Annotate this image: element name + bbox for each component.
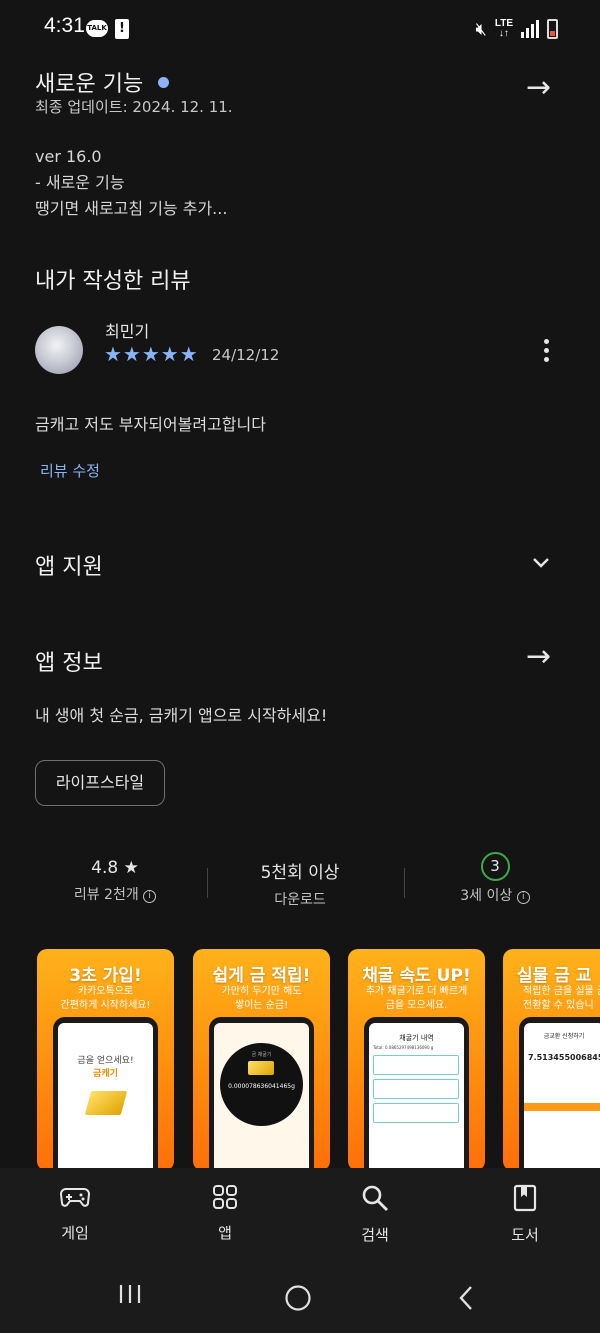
screenshot-title: 쉽게 금 적립! — [212, 966, 311, 986]
nav-search[interactable]: 검색 — [325, 1184, 425, 1245]
status-time: 4:31 — [44, 14, 85, 37]
screenshot-2[interactable]: 쉽게 금 적립! 가만히 두기만 해도 쌓이는 순금! 0.0000786360… — [193, 949, 330, 1171]
info-icon: i — [143, 890, 157, 903]
screen-text: 7.51345500684546 — [528, 1053, 600, 1062]
nav-search-label: 검색 — [361, 1226, 389, 1244]
screenshot-subtitle: 적립한 금을 실물 금 전환할 수 있습니 — [523, 986, 600, 1011]
review-text: 금캐고 저도 부자되어볼려고합니다 — [35, 415, 266, 434]
phone-mockup: 0.000078636041465g 금 채굴기 — [209, 1017, 314, 1171]
screenshot-title: 실물 금 교 — [517, 966, 592, 986]
new-dot-icon — [158, 77, 170, 88]
screenshot-title: 채굴 속도 UP! — [362, 966, 471, 986]
phone-screen: 채굴기 내역 Total: 0.0865297498136090 g — [369, 1023, 464, 1171]
downloads-label: 다운로드 — [274, 892, 326, 908]
mute-icon: 🔇︎ — [475, 18, 487, 40]
info-icon: i — [516, 891, 530, 904]
release-line-2: 땡기면 새로고침 기능 추가... — [35, 199, 228, 218]
apply-button — [524, 1103, 600, 1111]
stats-divider — [207, 868, 208, 898]
screen-text: 금교환 신청하기 — [543, 1033, 585, 1040]
nav-books[interactable]: 도서 — [475, 1184, 575, 1245]
release-notes: ver 16.0 - 새로운 기능 땡기면 새로고침 기능 추가... — [35, 144, 227, 222]
app-description: 내 생애 첫 순금, 금캐기 앱으로 시작하세요! — [35, 706, 328, 725]
phone-screen: 금교환 신청하기 7.51345500684546 — [524, 1023, 600, 1171]
rating-value: 4.8 ★ — [91, 858, 139, 878]
recent-apps-icon[interactable] — [118, 1282, 142, 1310]
screen-text: 금을 얻으세요! — [77, 1056, 134, 1066]
screenshot-subtitle: 카카오톡으로 간편하게 시작하세요! — [60, 986, 151, 1011]
app-info-title: 앱 정보 — [35, 651, 103, 676]
age-rating-badge: 3 — [480, 852, 510, 881]
phone-mockup: 채굴기 내역 Total: 0.0865297498136090 g — [364, 1017, 469, 1171]
reviews-label: 리뷰 2천개 i — [35, 884, 195, 904]
book-icon — [513, 1184, 537, 1212]
stats-divider — [404, 868, 405, 898]
screenshot-1[interactable]: 3초 가입! 카카오톡으로 간편하게 시작하세요! 금을 얻으세요! 금캐기 — [37, 949, 174, 1171]
status-icons: 🔇︎ LTE ↓↑ — [475, 17, 558, 41]
downloads-stat: 5천회 이상 다운로드 — [220, 858, 380, 909]
lte-icon: LTE ↓↑ — [494, 18, 513, 39]
phone-mockup: 금을 얻으세요! 금캐기 — [53, 1017, 158, 1171]
list-item — [373, 1079, 459, 1099]
whats-new-arrow-icon[interactable]: → — [526, 70, 551, 105]
nav-games-label: 게임 — [61, 1224, 89, 1242]
stats-row: 4.8 ★ 리뷰 2천개 i 5천회 이상 다운로드 3 3세 이상 i — [35, 852, 565, 914]
list-item — [373, 1103, 459, 1123]
screenshot-title: 3초 가입! — [69, 966, 142, 986]
reviewer-avatar — [35, 326, 83, 374]
age-label: 3세 이상 i — [415, 885, 575, 905]
rating-stat: 4.8 ★ 리뷰 2천개 i — [35, 858, 195, 904]
release-version: ver 16.0 — [35, 147, 102, 166]
phone-screen: 금을 얻으세요! 금캐기 — [58, 1023, 153, 1171]
screenshot-subtitle: 추가 채굴기로 더 빠르게 금을 모으세요. — [365, 986, 468, 1011]
chevron-down-icon[interactable] — [531, 553, 551, 573]
star-icon: ★ — [123, 858, 139, 878]
nav-apps[interactable]: 앱 — [175, 1184, 275, 1243]
screen-text: Total: 0.0865297498136090 g — [373, 1045, 434, 1050]
search-icon — [362, 1185, 388, 1211]
phone-mockup: 금교환 신청하기 7.51345500684546 — [519, 1017, 600, 1171]
gamepad-icon — [59, 1188, 91, 1207]
review-stars: ★★★★★ — [104, 342, 199, 366]
downloads-value: 5천회 이상 — [260, 863, 340, 883]
screenshot-3[interactable]: 채굴 속도 UP! 추가 채굴기로 더 빠르게 금을 모으세요. 채굴기 내역 … — [348, 949, 485, 1171]
signal-icon — [521, 20, 539, 38]
battery-icon — [547, 19, 558, 39]
release-line-1: - 새로운 기능 — [35, 173, 125, 192]
whats-new-title: 새로운 기능 — [35, 66, 170, 98]
last-updated: 최종 업데이트: 2024. 12. 11. — [35, 98, 233, 116]
alert-notification-icon: ! — [115, 19, 129, 39]
edit-review-link[interactable]: 리뷰 수정 — [40, 460, 100, 481]
screen-text: 금캐기 — [93, 1069, 118, 1079]
screenshot-subtitle: 가만히 두기만 해도 쌓이는 순금! — [221, 986, 302, 1011]
review-date: 24/12/12 — [212, 346, 280, 364]
apps-grid-icon — [213, 1185, 237, 1209]
phone-screen: 0.000078636041465g 금 채굴기 — [214, 1023, 309, 1171]
app-support-title[interactable]: 앱 지원 — [35, 549, 103, 581]
gold-bar-icon — [84, 1091, 128, 1115]
home-icon[interactable] — [284, 1284, 312, 1316]
app-info-arrow-icon[interactable]: → — [526, 639, 551, 674]
more-options-icon[interactable] — [540, 337, 554, 365]
category-chip[interactable]: 라이프스타일 — [35, 760, 165, 806]
my-review-title: 내가 작성한 리뷰 — [35, 269, 191, 294]
reviewer-name: 최민기 — [105, 322, 150, 341]
screenshot-4[interactable]: 실물 금 교 적립한 금을 실물 금 전환할 수 있습니 금교환 신청하기 7.… — [503, 949, 600, 1171]
kakaotalk-notification-icon: TALK — [86, 20, 108, 37]
gold-bar-icon — [248, 1061, 274, 1075]
screen-text: 0.000078636041465g — [228, 1083, 295, 1090]
screen-text: 금 채굴기 — [251, 1052, 272, 1058]
age-stat: 3 3세 이상 i — [415, 852, 575, 905]
screen-text: 채굴기 내역 — [399, 1034, 434, 1042]
list-item — [373, 1055, 459, 1075]
nav-books-label: 도서 — [511, 1226, 539, 1244]
nav-apps-label: 앱 — [218, 1224, 232, 1242]
back-icon[interactable] — [457, 1284, 475, 1316]
nav-games[interactable]: 게임 — [25, 1184, 125, 1243]
